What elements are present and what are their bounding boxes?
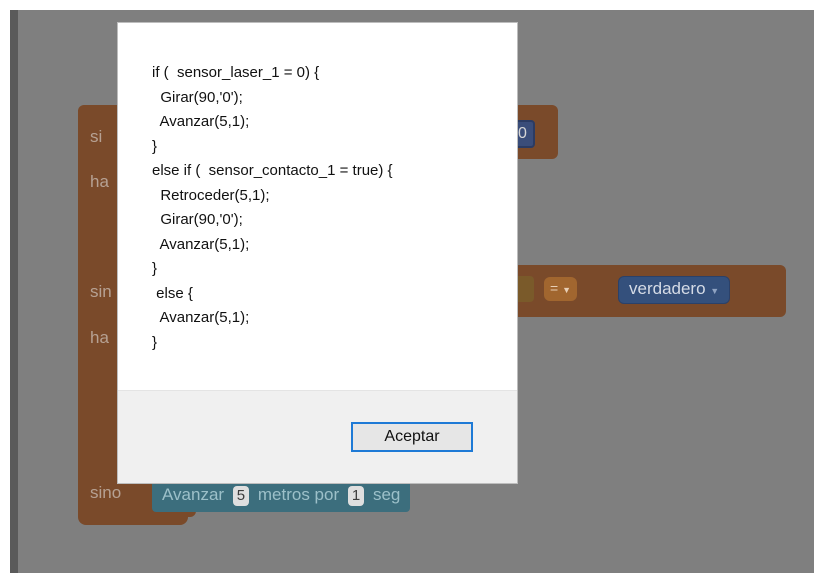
action-suffix: seg bbox=[372, 485, 401, 504]
workspace-left-edge bbox=[10, 10, 18, 573]
boolean-value-dropdown[interactable]: verdadero ▼ bbox=[618, 276, 731, 304]
do-label: ha bbox=[90, 172, 109, 191]
else-label: sino bbox=[90, 483, 122, 502]
action-middle: metros por bbox=[257, 485, 340, 504]
elseif-label: sin bbox=[90, 282, 112, 301]
if-label: si bbox=[90, 127, 103, 146]
accept-button[interactable]: Aceptar bbox=[351, 422, 473, 452]
time-field[interactable]: 1 bbox=[347, 486, 365, 506]
chevron-down-icon: ▼ bbox=[710, 286, 720, 296]
generated-code: if ( sensor_laser_1 = 0) { Girar(90,'0')… bbox=[152, 64, 393, 351]
chevron-down-icon: ▼ bbox=[562, 285, 571, 295]
do-label: ha bbox=[90, 328, 109, 347]
code-dialog: if ( sensor_laser_1 = 0) { Girar(90,'0')… bbox=[117, 22, 518, 484]
boolean-value: verdadero bbox=[629, 279, 706, 298]
action-prefix: Avanzar bbox=[162, 485, 225, 504]
distance-field[interactable]: 5 bbox=[232, 486, 250, 506]
compare-operator-dropdown[interactable]: = ▼ bbox=[544, 277, 577, 301]
compare-operator-value: = bbox=[550, 280, 559, 296]
